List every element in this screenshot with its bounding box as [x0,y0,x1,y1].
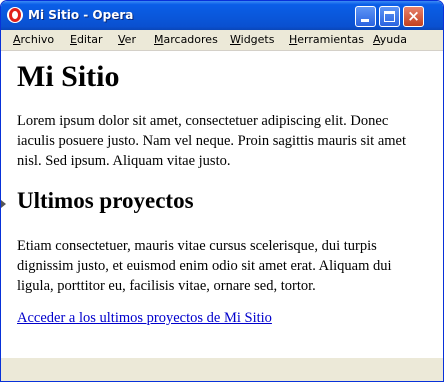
menu-editar-accel: E [70,33,77,46]
menu-ver-label: er [124,33,136,46]
minimize-icon [361,19,369,22]
menu-marcadores-label: arcadores [163,33,218,46]
opera-logo-icon[interactable] [7,7,23,23]
menu-marcadores[interactable]: Marcadores [154,33,218,46]
menu-ver-accel: V [118,33,125,46]
page-content[interactable]: Mi Sitio Lorem ipsum dolor sit amet, con… [1,51,443,358]
window-title: Mi Sitio - Opera [28,8,134,22]
menu-ver[interactable]: Ver [118,33,136,46]
menu-archivo-accel: A [13,33,21,46]
menu-widgets-accel: W [230,33,241,46]
close-button[interactable]: × [403,6,424,27]
menu-archivo-label: rchivo [20,33,55,46]
menu-widgets[interactable]: Widgets [230,33,274,46]
menu-marcadores-accel: M [154,33,164,46]
section-paragraph: Etiam consectetuer, mauris vitae cursus … [17,238,392,294]
menu-herramientas-label: erramientas [297,33,364,46]
menu-widgets-label: idgets [240,33,275,46]
triangle-right-icon [1,200,6,208]
menu-archivo[interactable]: Archivo [13,33,54,46]
close-icon: × [407,7,420,25]
menu-ayuda[interactable]: Ayuda [373,33,407,46]
menu-ayuda-label: yuda [379,33,407,46]
status-bar [1,358,443,381]
menu-editar[interactable]: Editar [70,33,103,46]
opera-logo-ring [9,8,21,22]
menu-ayuda-accel: A [373,33,380,46]
browser-window: Mi Sitio - Opera × Archivo Editar Ver Ma… [0,0,444,382]
projects-link[interactable]: Acceder a los ultimos proyectos de Mi Si… [17,308,272,328]
maximize-icon [384,11,395,22]
maximize-button[interactable] [379,6,400,27]
section-heading: Ultimos proyectos [17,188,194,213]
menu-editar-label: ditar [76,33,103,46]
page-title: Mi Sitio [17,60,120,93]
title-bar[interactable]: Mi Sitio - Opera × [1,1,443,30]
menu-bar: Archivo Editar Ver Marcadores Widgets He… [1,30,443,51]
minimize-button[interactable] [355,6,376,27]
menu-herramientas[interactable]: Herramientas [289,33,364,46]
intro-paragraph: Lorem ipsum dolor sit amet, consectetuer… [17,113,407,169]
